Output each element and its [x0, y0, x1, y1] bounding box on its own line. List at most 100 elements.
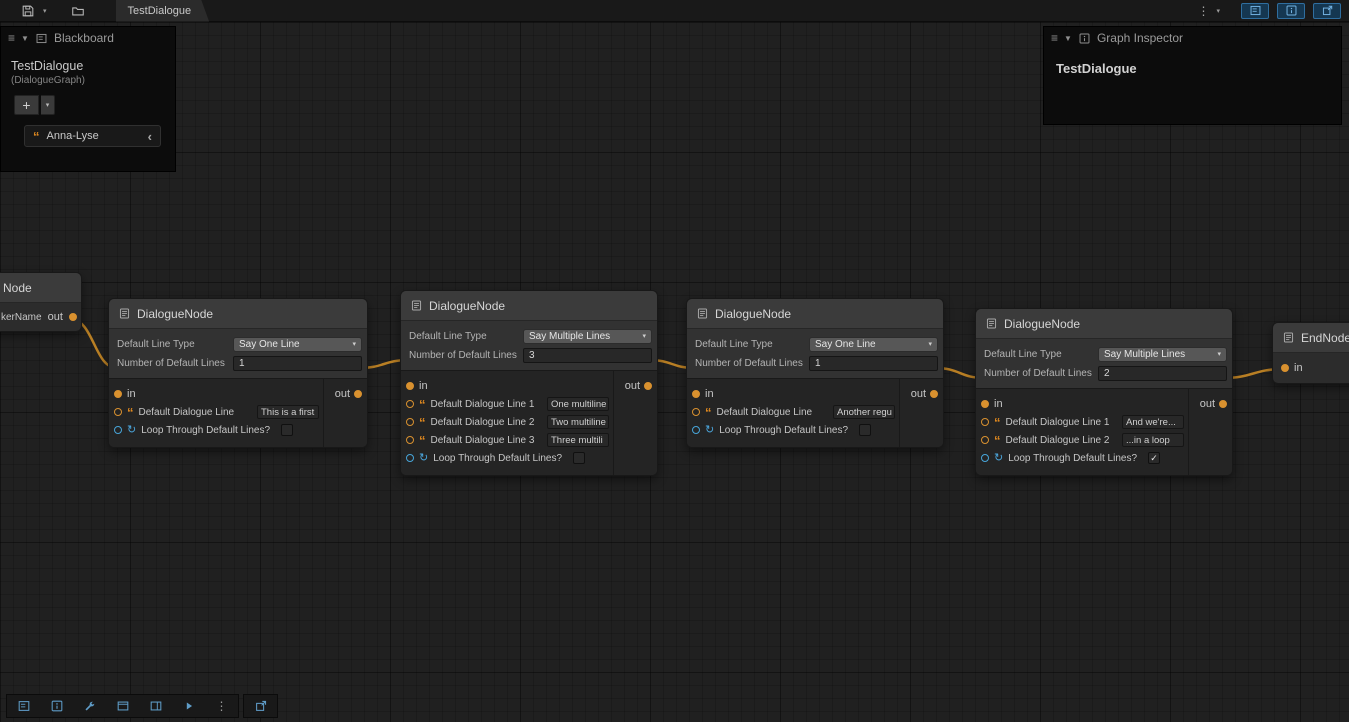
blackboard-icon: [17, 699, 31, 713]
line-type-dropdown[interactable]: Say One Line ▾: [233, 337, 362, 352]
num-lines-label: Number of Default Lines: [114, 358, 225, 369]
dialogue-line-port[interactable]: [406, 418, 414, 426]
drag-handle-icon: ≡: [1051, 31, 1058, 45]
loop-port[interactable]: [114, 426, 122, 434]
toggle-minimap-button[interactable]: [1313, 3, 1341, 19]
preview-button[interactable]: [172, 695, 205, 717]
dialogue-line-field[interactable]: One multiline: [547, 397, 609, 411]
out-port[interactable]: [69, 313, 77, 321]
collapse-property-icon[interactable]: ‹: [148, 129, 152, 144]
loop-port[interactable]: [406, 454, 414, 462]
node-title[interactable]: DialogueNode: [687, 299, 943, 329]
out-port[interactable]: [644, 382, 652, 390]
field-value: 1: [815, 358, 821, 369]
collapse-triangle-icon[interactable]: ▼: [21, 34, 29, 43]
tab-testdialogue[interactable]: TestDialogue: [116, 0, 210, 22]
out-port[interactable]: [930, 390, 938, 398]
loop-port[interactable]: [692, 426, 700, 434]
dialogue-line-field[interactable]: And we're...: [1122, 415, 1184, 429]
loop-checkbox[interactable]: [573, 452, 585, 464]
add-property-dropdown[interactable]: ▾: [41, 95, 55, 115]
out-port-label: out: [335, 388, 350, 400]
minimap-toggle-button[interactable]: [106, 695, 139, 717]
loop-checkbox[interactable]: [859, 424, 871, 436]
dialogue-node-3[interactable]: DialogueNode Default Line Type Say One L…: [686, 298, 944, 448]
node-title[interactable]: DialogueNode: [401, 291, 657, 321]
blackboard-graph-name: TestDialogue: [1, 49, 175, 73]
node-title[interactable]: DialogueNode: [976, 309, 1232, 339]
dialogue-line-field[interactable]: Three multili: [547, 433, 609, 447]
dialogue-line-port[interactable]: [981, 436, 989, 444]
overflow-menu-button[interactable]: ⋮: [205, 695, 238, 717]
dialogue-line-field[interactable]: Another regu: [833, 405, 895, 419]
graph-canvas[interactable]: Node kerName out DialogueNode Default Li…: [0, 22, 1349, 722]
field-value: This is a first: [261, 407, 314, 418]
field-value: Two multiline: [551, 417, 606, 428]
in-port[interactable]: [114, 390, 122, 398]
collapse-triangle-icon[interactable]: ▼: [1064, 34, 1072, 43]
node-title[interactable]: EndNode: [1273, 323, 1349, 353]
node-title[interactable]: DialogueNode: [109, 299, 367, 329]
field-value: ...in a loop: [1126, 435, 1170, 446]
dialogue-line-field[interactable]: ...in a loop: [1122, 433, 1184, 447]
open-external-window-button[interactable]: [244, 695, 277, 717]
in-port[interactable]: [406, 382, 414, 390]
line-type-dropdown[interactable]: Say Multiple Lines ▾: [523, 329, 652, 344]
overflow-menu-button[interactable]: ⋮: [1193, 4, 1213, 18]
split-view-button[interactable]: [139, 695, 172, 717]
num-lines-field[interactable]: 3: [523, 348, 652, 363]
dialogue-line-label: Default Dialogue Line 1: [1006, 417, 1110, 428]
num-lines-field[interactable]: 1: [233, 356, 362, 371]
dialogue-line-field[interactable]: Two multiline: [547, 415, 609, 429]
end-node[interactable]: EndNode in: [1272, 322, 1349, 384]
dialogue-line-label: Default Dialogue Line 2: [1006, 435, 1110, 446]
node-title-label: DialogueNode: [715, 307, 791, 321]
save-button[interactable]: [16, 0, 40, 22]
dialogue-node-1[interactable]: DialogueNode Default Line Type Say One L…: [108, 298, 368, 448]
dialogue-line-field[interactable]: This is a first: [257, 405, 319, 419]
dialogue-line-port[interactable]: [406, 436, 414, 444]
out-port[interactable]: [1219, 400, 1227, 408]
field-value: Three multili: [551, 435, 603, 446]
out-port[interactable]: [354, 390, 362, 398]
node-properties: Default Line Type Say One Line ▾ Number …: [687, 329, 943, 378]
dialogue-line-label: Default Dialogue Line 2: [431, 417, 535, 428]
blackboard-graph-type: (DialogueGraph): [1, 73, 175, 86]
start-node[interactable]: Node kerName out: [0, 272, 82, 332]
node-properties: Default Line Type Say One Line ▾ Number …: [109, 329, 367, 378]
toggle-blackboard-button[interactable]: [1241, 3, 1269, 19]
dialogue-line-port[interactable]: [114, 408, 122, 416]
dialogue-line-port[interactable]: [692, 408, 700, 416]
in-port[interactable]: [981, 400, 989, 408]
blackboard-toggle-button[interactable]: [7, 695, 40, 717]
node-title[interactable]: Node: [0, 273, 81, 303]
dialogue-node-4[interactable]: DialogueNode Default Line Type Say Multi…: [975, 308, 1233, 476]
in-port[interactable]: [1281, 364, 1289, 372]
dialogue-node-2[interactable]: DialogueNode Default Line Type Say Multi…: [400, 290, 658, 476]
loop-port[interactable]: [981, 454, 989, 462]
inspector-toggle-button[interactable]: [40, 695, 73, 717]
add-property-button[interactable]: +: [14, 95, 39, 115]
loop-checkbox[interactable]: [281, 424, 293, 436]
line-type-dropdown[interactable]: Say Multiple Lines ▾: [1098, 347, 1227, 362]
dialogue-line-port[interactable]: [981, 418, 989, 426]
toggle-inspector-button[interactable]: [1277, 3, 1305, 19]
node-ports: in “ Default Dialogue Line 1 And we're..…: [976, 388, 1232, 475]
overflow-menu-dropdown[interactable]: ▾: [1213, 7, 1223, 15]
num-lines-field[interactable]: 1: [809, 356, 938, 371]
bottom-toolbar: ⋮: [6, 694, 278, 718]
field-value: 3: [529, 350, 535, 361]
save-options-dropdown[interactable]: ▾: [40, 7, 50, 15]
tools-button[interactable]: [73, 695, 106, 717]
node-properties: Default Line Type Say Multiple Lines ▾ N…: [976, 339, 1232, 388]
loop-checkbox[interactable]: ✓: [1148, 452, 1160, 464]
in-port[interactable]: [692, 390, 700, 398]
blackboard-property-anna-lyse[interactable]: “ Anna-Lyse ‹: [24, 125, 161, 147]
graph-inspector-header[interactable]: ≡ ▼ Graph Inspector: [1044, 27, 1341, 49]
open-asset-button[interactable]: [66, 0, 90, 22]
inspector-graph-name: TestDialogue: [1044, 49, 1341, 76]
num-lines-field[interactable]: 2: [1098, 366, 1227, 381]
dialogue-line-port[interactable]: [406, 400, 414, 408]
line-type-dropdown[interactable]: Say One Line ▾: [809, 337, 938, 352]
blackboard-header[interactable]: ≡ ▼ Blackboard: [1, 27, 175, 49]
